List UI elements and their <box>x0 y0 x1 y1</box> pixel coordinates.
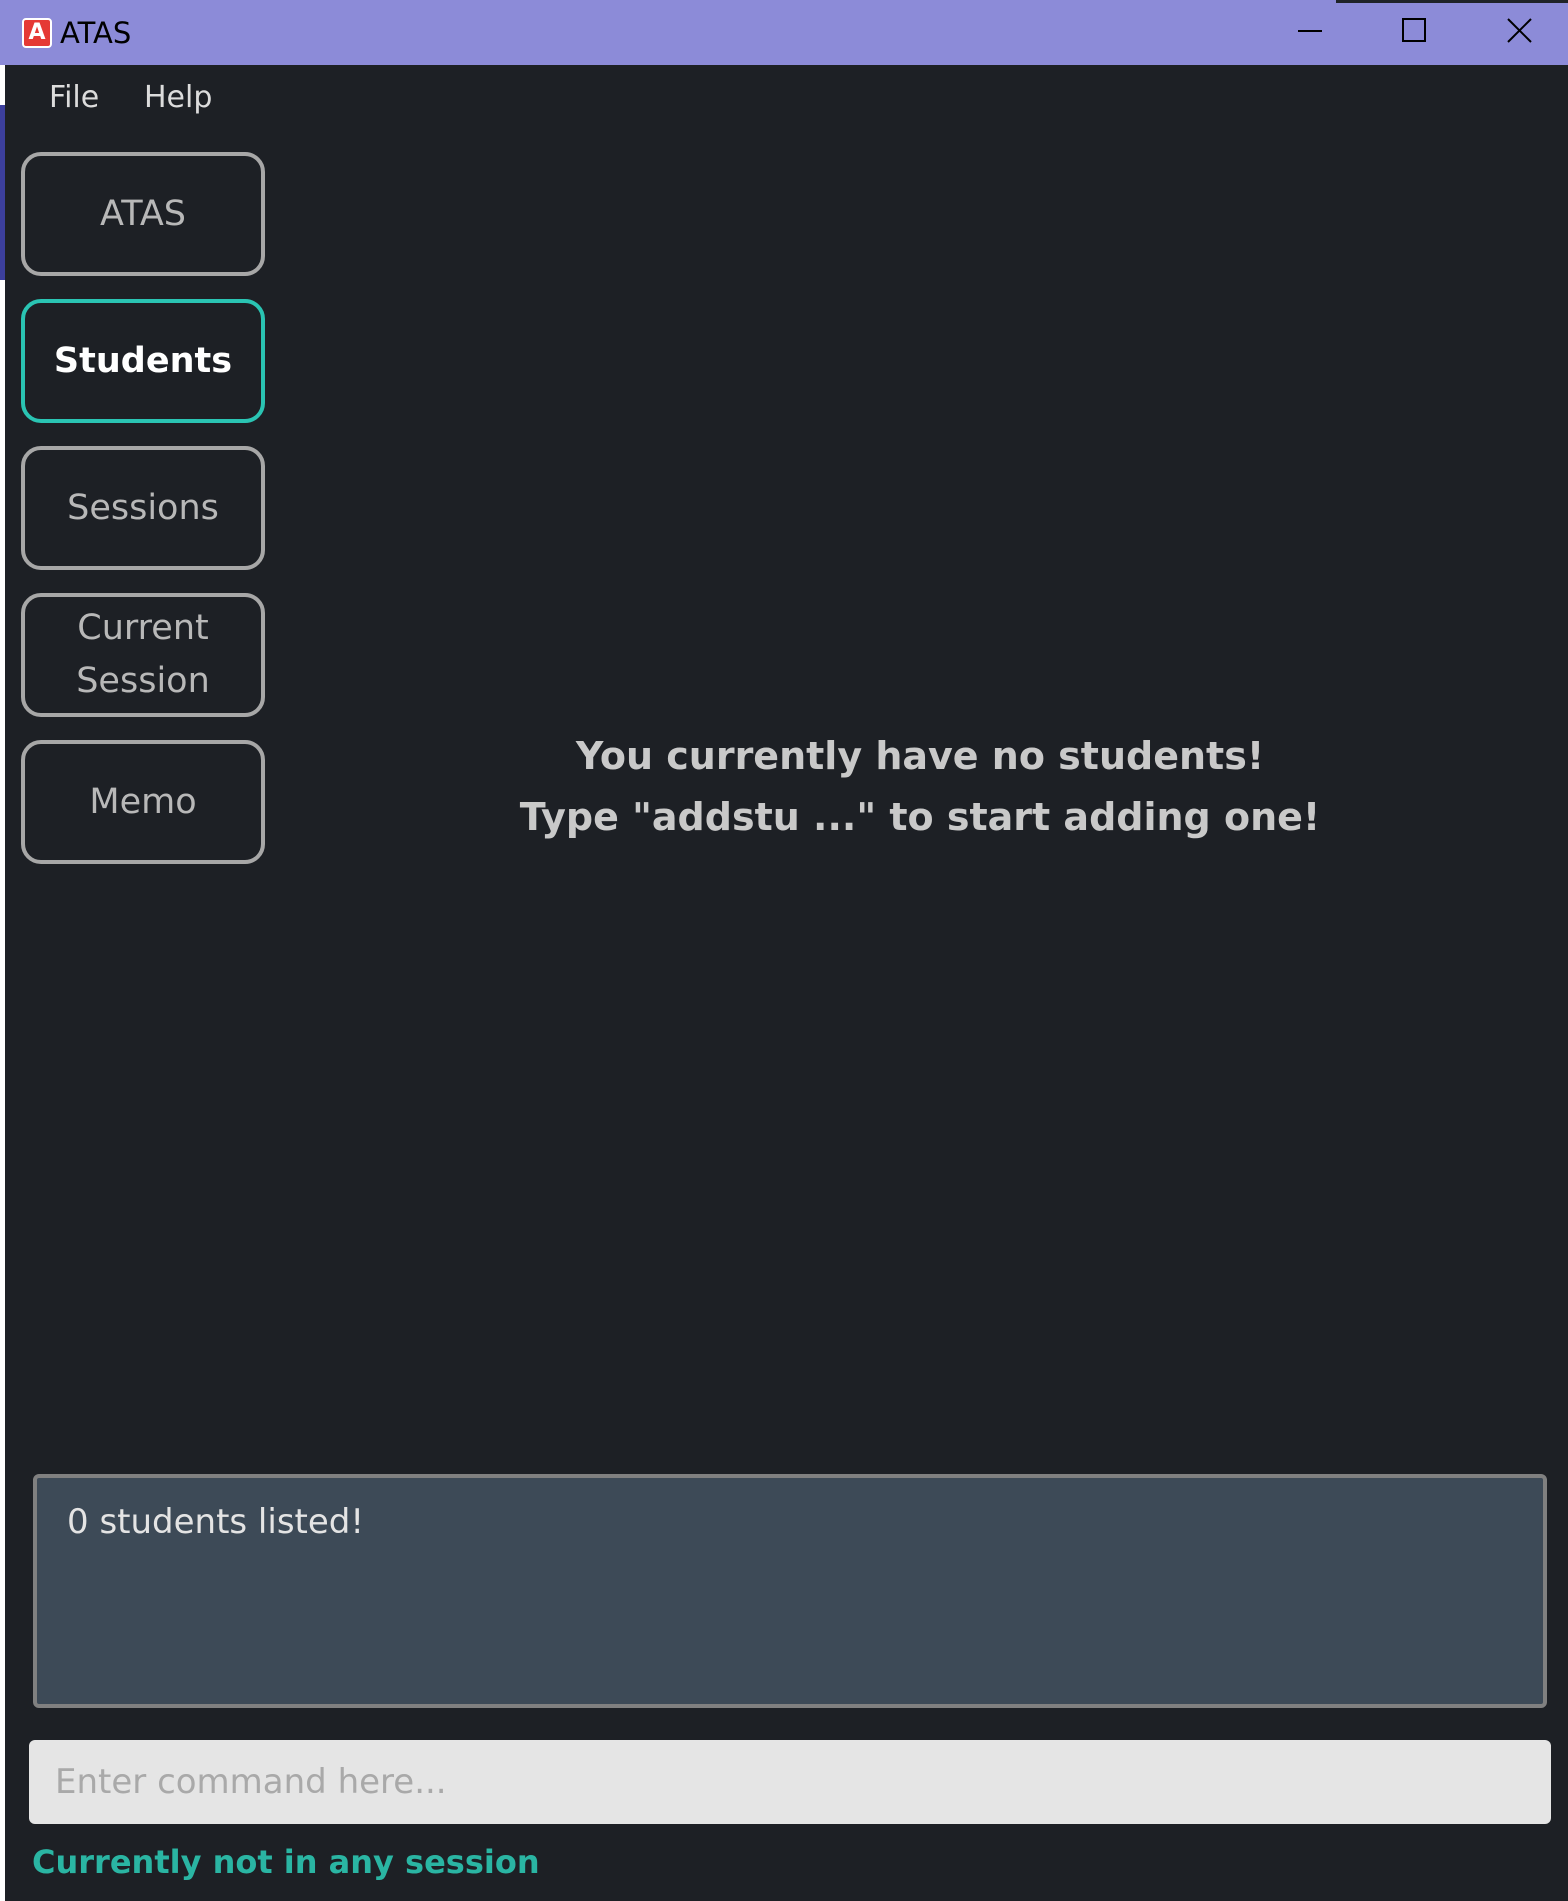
menu-help[interactable]: Help <box>144 78 212 118</box>
maximize-button[interactable] <box>1364 0 1468 65</box>
empty-state-line-1: You currently have no students! <box>575 734 1265 778</box>
app-logo-icon: A <box>22 18 52 48</box>
window-title: ATAS <box>60 16 132 50</box>
result-display[interactable]: 0 students listed! <box>33 1474 1547 1708</box>
close-button[interactable] <box>1469 0 1568 65</box>
empty-state-message: You currently have no students! Type "ad… <box>420 726 1420 848</box>
menu-file[interactable]: File <box>49 78 99 118</box>
empty-state-line-2: Type "addstu ..." to start adding one! <box>519 795 1321 839</box>
minimize-icon <box>1298 30 1322 32</box>
nav-memo-label: Memo <box>89 781 197 822</box>
nav-memo-button[interactable]: Memo <box>21 740 265 864</box>
maximize-icon <box>1402 18 1426 42</box>
titlebar-edge <box>1336 0 1568 3</box>
nav-current-session-label: Current Session <box>76 608 210 701</box>
nav-students-label: Students <box>53 340 233 381</box>
nav-atas-label: ATAS <box>99 193 187 234</box>
title-bar: A ATAS <box>0 0 1568 65</box>
nav-current-session-button[interactable]: Current Session <box>21 593 265 717</box>
nav-sessions-label: Sessions <box>67 487 219 528</box>
result-text: 0 students listed! <box>67 1502 365 1542</box>
command-input[interactable] <box>29 1740 1551 1824</box>
nav-atas-button[interactable]: ATAS <box>21 152 265 276</box>
nav-sessions-button[interactable]: Sessions <box>21 446 265 570</box>
minimize-button[interactable] <box>1259 0 1363 65</box>
menu-bar: File Help <box>0 65 1568 133</box>
close-icon <box>1507 18 1532 43</box>
session-status: Currently not in any session <box>32 1843 540 1881</box>
nav-students-button[interactable]: Students <box>21 299 265 423</box>
